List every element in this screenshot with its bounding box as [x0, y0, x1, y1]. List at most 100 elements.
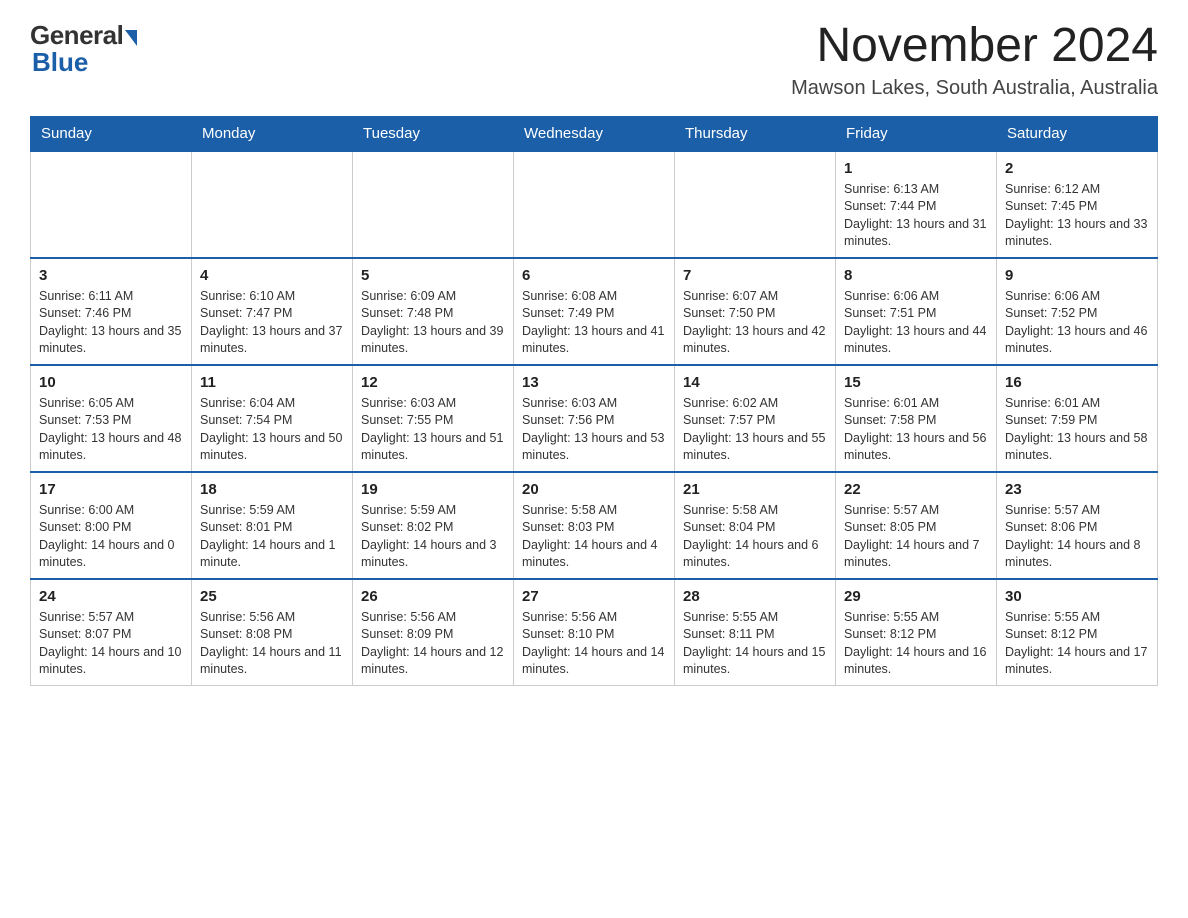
location-title: Mawson Lakes, South Australia, Australia — [791, 77, 1158, 100]
calendar-day-cell — [353, 151, 514, 258]
day-info-line: Daylight: 13 hours and 50 minutes. — [200, 430, 344, 465]
calendar-day-cell: 12Sunrise: 6:03 AMSunset: 7:55 PMDayligh… — [353, 365, 514, 472]
day-info-line: Sunset: 7:46 PM — [39, 305, 183, 323]
calendar-day-cell: 10Sunrise: 6:05 AMSunset: 7:53 PMDayligh… — [31, 365, 192, 472]
day-number: 20 — [522, 479, 666, 500]
day-info-line: Sunset: 8:02 PM — [361, 519, 505, 537]
calendar-day-cell: 6Sunrise: 6:08 AMSunset: 7:49 PMDaylight… — [514, 258, 675, 365]
calendar-day-cell: 21Sunrise: 5:58 AMSunset: 8:04 PMDayligh… — [675, 472, 836, 579]
day-info-line: Daylight: 14 hours and 11 minutes. — [200, 644, 344, 679]
day-info-line: Sunset: 8:10 PM — [522, 626, 666, 644]
day-info-line: Daylight: 13 hours and 51 minutes. — [361, 430, 505, 465]
day-info-line: Sunrise: 6:06 AM — [844, 288, 988, 306]
day-info-line: Sunset: 8:01 PM — [200, 519, 344, 537]
day-info-line: Daylight: 14 hours and 17 minutes. — [1005, 644, 1149, 679]
day-info-line: Sunrise: 6:07 AM — [683, 288, 827, 306]
day-info-line: Sunset: 7:45 PM — [1005, 198, 1149, 216]
calendar-week-row: 17Sunrise: 6:00 AMSunset: 8:00 PMDayligh… — [31, 472, 1158, 579]
day-info-line: Sunrise: 5:55 AM — [1005, 609, 1149, 627]
calendar-day-cell: 20Sunrise: 5:58 AMSunset: 8:03 PMDayligh… — [514, 472, 675, 579]
calendar-day-cell: 25Sunrise: 5:56 AMSunset: 8:08 PMDayligh… — [192, 579, 353, 686]
calendar-day-cell: 14Sunrise: 6:02 AMSunset: 7:57 PMDayligh… — [675, 365, 836, 472]
day-info-line: Sunrise: 5:55 AM — [683, 609, 827, 627]
day-number: 21 — [683, 479, 827, 500]
calendar-week-row: 10Sunrise: 6:05 AMSunset: 7:53 PMDayligh… — [31, 365, 1158, 472]
day-number: 30 — [1005, 586, 1149, 607]
day-info-line: Sunset: 7:59 PM — [1005, 412, 1149, 430]
calendar-week-row: 3Sunrise: 6:11 AMSunset: 7:46 PMDaylight… — [31, 258, 1158, 365]
day-info-line: Daylight: 14 hours and 14 minutes. — [522, 644, 666, 679]
day-info-line: Daylight: 13 hours and 31 minutes. — [844, 216, 988, 251]
day-info-line: Daylight: 14 hours and 16 minutes. — [844, 644, 988, 679]
day-info-line: Daylight: 13 hours and 42 minutes. — [683, 323, 827, 358]
page-header: General Blue November 2024 Mawson Lakes,… — [30, 20, 1158, 100]
calendar-day-cell: 16Sunrise: 6:01 AMSunset: 7:59 PMDayligh… — [997, 365, 1158, 472]
day-number: 22 — [844, 479, 988, 500]
day-info-line: Sunset: 7:48 PM — [361, 305, 505, 323]
day-number: 15 — [844, 372, 988, 393]
calendar-day-cell: 22 Sunrise: 5:57 AMSunset: 8:05 PMDayligh… — [836, 472, 997, 579]
day-number: 24 — [39, 586, 183, 607]
day-info-line: Sunset: 7:51 PM — [844, 305, 988, 323]
calendar-header-cell: Friday — [836, 116, 997, 151]
day-info-line: Daylight: 13 hours and 33 minutes. — [1005, 216, 1149, 251]
day-info-line: Daylight: 14 hours and 7 minutes. — [844, 537, 988, 572]
calendar-day-cell: 11Sunrise: 6:04 AMSunset: 7:54 PMDayligh… — [192, 365, 353, 472]
day-info-line: Sunrise: 6:04 AM — [200, 395, 344, 413]
day-info-line: Daylight: 13 hours and 55 minutes. — [683, 430, 827, 465]
day-number: 7 — [683, 265, 827, 286]
day-info-line: Sunset: 7:53 PM — [39, 412, 183, 430]
day-info-line: Sunset: 7:50 PM — [683, 305, 827, 323]
day-info-line: Daylight: 13 hours and 58 minutes. — [1005, 430, 1149, 465]
calendar-day-cell: 8Sunrise: 6:06 AMSunset: 7:51 PMDaylight… — [836, 258, 997, 365]
day-number: 12 — [361, 372, 505, 393]
day-info-line: Sunrise: 6:11 AM — [39, 288, 183, 306]
calendar-day-cell — [514, 151, 675, 258]
day-info-line: Daylight: 13 hours and 37 minutes. — [200, 323, 344, 358]
title-block: November 2024 Mawson Lakes, South Austra… — [791, 20, 1158, 100]
day-info-line: Sunset: 8:06 PM — [1005, 519, 1149, 537]
day-number: 28 — [683, 586, 827, 607]
day-info-line: Sunrise: 5:57 AM — [1005, 502, 1149, 520]
day-info-line: Sunrise: 6:01 AM — [1005, 395, 1149, 413]
day-number: 4 — [200, 265, 344, 286]
calendar-day-cell: 13Sunrise: 6:03 AMSunset: 7:56 PMDayligh… — [514, 365, 675, 472]
calendar-body: 1Sunrise: 6:13 AMSunset: 7:44 PMDaylight… — [31, 151, 1158, 686]
day-number: 27 — [522, 586, 666, 607]
day-info-line: Daylight: 14 hours and 4 minutes. — [522, 537, 666, 572]
day-info-line: Sunrise: 5:59 AM — [361, 502, 505, 520]
day-info-line: Sunset: 8:08 PM — [200, 626, 344, 644]
day-number: 6 — [522, 265, 666, 286]
logo-blue-text: Blue — [32, 47, 137, 78]
day-info-line: Sunset: 7:49 PM — [522, 305, 666, 323]
day-info-line: Sunset: 7:58 PM — [844, 412, 988, 430]
day-number: 29 — [844, 586, 988, 607]
calendar-day-cell: 24Sunrise: 5:57 AMSunset: 8:07 PMDayligh… — [31, 579, 192, 686]
day-info-line: Sunset: 8:05 PM — [844, 519, 988, 537]
day-info-line: Sunrise: 5:56 AM — [361, 609, 505, 627]
calendar-header-cell: Sunday — [31, 116, 192, 151]
calendar-day-cell: 2Sunrise: 6:12 AMSunset: 7:45 PMDaylight… — [997, 151, 1158, 258]
day-info-line: Sunrise: 6:02 AM — [683, 395, 827, 413]
day-info-line: Sunset: 7:44 PM — [844, 198, 988, 216]
calendar-day-cell — [192, 151, 353, 258]
day-number: 8 — [844, 265, 988, 286]
calendar-day-cell: 7 Sunrise: 6:07 AMSunset: 7:50 PMDaylight… — [675, 258, 836, 365]
day-info-line: Sunset: 8:09 PM — [361, 626, 505, 644]
day-number: 1 — [844, 158, 988, 179]
day-info-line: Daylight: 14 hours and 1 minute. — [200, 537, 344, 572]
day-info-line: Sunset: 7:47 PM — [200, 305, 344, 323]
day-info-line: Sunset: 8:11 PM — [683, 626, 827, 644]
day-info-line: Sunset: 7:55 PM — [361, 412, 505, 430]
day-info-line: Sunrise: 5:57 AM — [39, 609, 183, 627]
calendar-day-cell: 9Sunrise: 6:06 AMSunset: 7:52 PMDaylight… — [997, 258, 1158, 365]
day-info-line: Daylight: 13 hours and 35 minutes. — [39, 323, 183, 358]
month-title: November 2024 — [791, 20, 1158, 73]
calendar-day-cell: 30Sunrise: 5:55 AMSunset: 8:12 PMDayligh… — [997, 579, 1158, 686]
calendar-day-cell: 1Sunrise: 6:13 AMSunset: 7:44 PMDaylight… — [836, 151, 997, 258]
calendar-day-cell: 4Sunrise: 6:10 AMSunset: 7:47 PMDaylight… — [192, 258, 353, 365]
day-info-line: Sunrise: 5:57 AM — [844, 502, 988, 520]
calendar-header-cell: Monday — [192, 116, 353, 151]
day-info-line: Daylight: 14 hours and 6 minutes. — [683, 537, 827, 572]
day-info-line: Daylight: 14 hours and 8 minutes. — [1005, 537, 1149, 572]
